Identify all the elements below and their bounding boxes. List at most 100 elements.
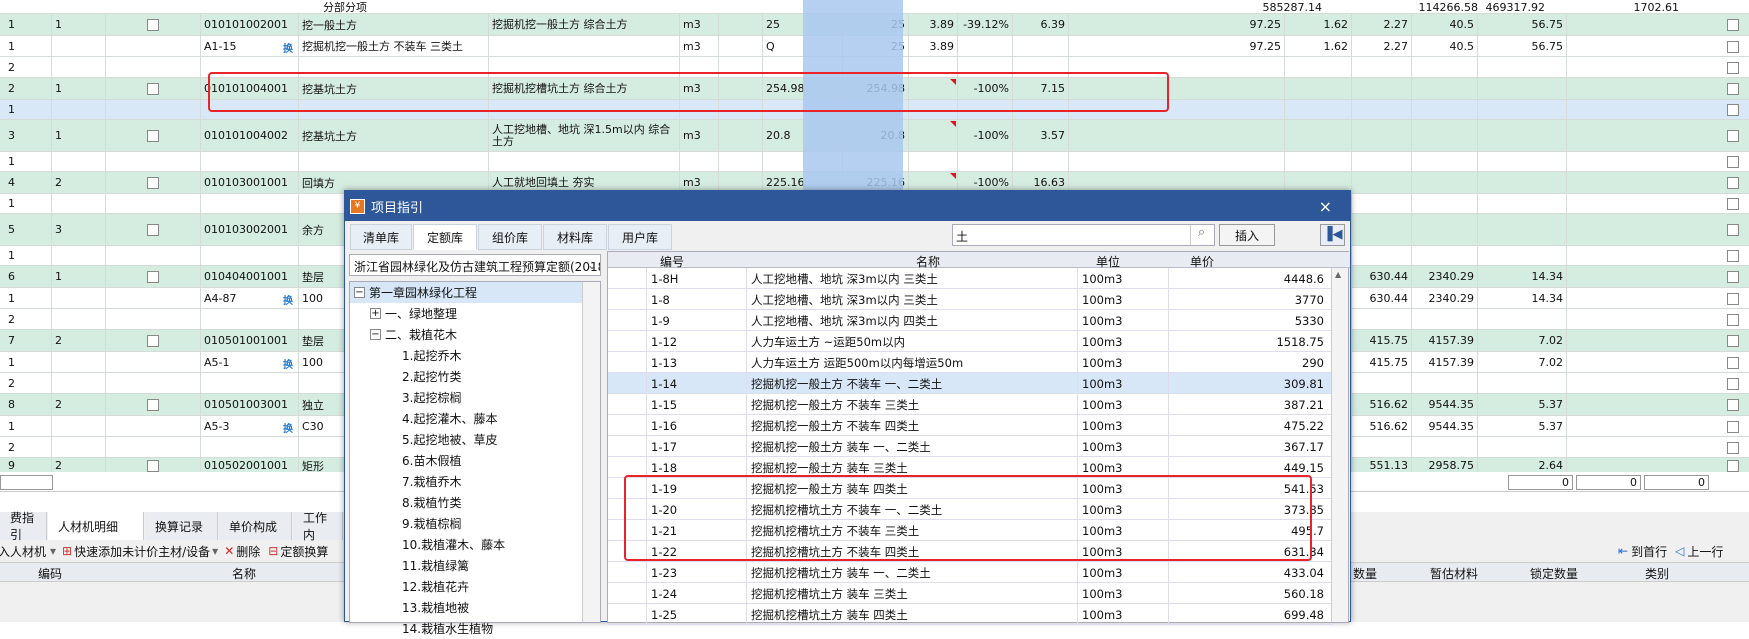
row-checkbox[interactable]: [147, 334, 159, 347]
cell-name[interactable]: [299, 152, 489, 171]
cell-chk[interactable]: [106, 172, 201, 193]
cell-num[interactable]: 2: [0, 57, 52, 77]
cell-name[interactable]: 挖掘机挖一般土方 不装车 三类土: [299, 36, 489, 56]
right-checkbox[interactable]: [1727, 441, 1739, 454]
cell-unit[interactable]: m3: [680, 36, 719, 56]
tab-group-lib[interactable]: 组价库: [478, 224, 542, 250]
cell-code[interactable]: 010501001001: [201, 330, 299, 351]
cell-feat[interactable]: 人工挖地槽、地坑 深1.5m以内 综合土方: [489, 120, 680, 151]
cell-num[interactable]: 1: [0, 14, 52, 35]
cell-c4[interactable]: [1412, 214, 1478, 245]
cell-price[interactable]: 3.89: [909, 36, 958, 56]
tree-node[interactable]: + 一、绿地整理: [350, 303, 583, 324]
tree-node[interactable]: 6.苗木假植: [350, 450, 583, 471]
cell-c3[interactable]: 516.62: [1352, 416, 1412, 436]
cell-c5[interactable]: 7.02: [1478, 330, 1567, 351]
right-checkbox[interactable]: [1727, 156, 1739, 168]
cell-c5[interactable]: [1478, 100, 1567, 119]
cell-sub[interactable]: [52, 36, 106, 56]
cell-c3[interactable]: [1352, 78, 1412, 99]
cell-c1[interactable]: 97.25: [1219, 36, 1285, 56]
cell-c3[interactable]: 630.44: [1352, 288, 1412, 308]
cell-c5[interactable]: [1478, 214, 1567, 245]
tree-node[interactable]: 8.栽植竹类: [350, 492, 583, 513]
cell-sub[interactable]: [52, 373, 106, 393]
cell-c4[interactable]: 9544.35: [1412, 394, 1478, 415]
cell-chk[interactable]: [106, 437, 201, 457]
tree-node[interactable]: 9.栽植棕榈: [350, 513, 583, 534]
right-checkbox[interactable]: [1727, 271, 1739, 283]
quota-item-row[interactable]: 1-24 挖掘机挖槽坑土方 装车 三类土 100m3 560.18: [608, 583, 1333, 604]
cell-c3[interactable]: [1352, 194, 1412, 213]
right-checkbox[interactable]: [1727, 335, 1739, 347]
cell-c5[interactable]: [1478, 246, 1567, 265]
row-checkbox[interactable]: [147, 18, 159, 31]
right-checkbox[interactable]: [1727, 19, 1739, 31]
cell-c3[interactable]: 2.27: [1352, 14, 1412, 35]
quota-item-row[interactable]: 1-8 人工挖地槽、地坑 深3m以内 三类土 100m3 3770: [608, 289, 1333, 310]
quota-item-row[interactable]: 1-13 人力车运土方 运距500m以内每增运50m 100m3 290: [608, 352, 1333, 373]
cell-code[interactable]: 010101002001: [201, 14, 299, 35]
tab-bill-lib[interactable]: 清单库: [350, 224, 412, 250]
tree-node[interactable]: 7.栽植乔木: [350, 471, 583, 492]
right-checkbox[interactable]: [1727, 177, 1739, 189]
cell-code[interactable]: [201, 373, 299, 393]
cell-sub[interactable]: [52, 152, 106, 171]
tree-node[interactable]: 14.栽植水生植物: [350, 618, 583, 639]
cell-sub[interactable]: 1: [52, 266, 106, 287]
expand-icon[interactable]: +: [370, 308, 381, 319]
cell-num[interactable]: 9: [0, 458, 52, 473]
dialog-titlebar[interactable]: ¥ 项目指引 ×: [345, 191, 1350, 221]
cell-c3[interactable]: [1352, 437, 1412, 457]
cell-num[interactable]: 1: [0, 194, 52, 213]
cell-amt[interactable]: [1013, 152, 1069, 171]
cell-chk[interactable]: [106, 288, 201, 308]
cell-c4[interactable]: [1412, 172, 1478, 193]
cell-c1[interactable]: [1219, 120, 1285, 151]
cell-num[interactable]: 7: [0, 330, 52, 351]
cell-sub[interactable]: [52, 437, 106, 457]
cell-c1[interactable]: [1219, 57, 1285, 77]
row-checkbox[interactable]: [147, 459, 159, 472]
cell-c4[interactable]: [1412, 57, 1478, 77]
cell-chk[interactable]: [106, 246, 201, 265]
tree-node[interactable]: − 二、栽植花木: [350, 324, 583, 345]
tab-work-content[interactable]: 工作内: [293, 511, 343, 542]
cell-c3[interactable]: [1352, 309, 1412, 329]
cell-c3[interactable]: 516.62: [1352, 394, 1412, 415]
tree-node[interactable]: − 第一章园林绿化工程: [350, 282, 583, 303]
right-checkbox[interactable]: [1727, 40, 1739, 53]
cell-c4[interactable]: [1412, 120, 1478, 151]
cell-c3[interactable]: [1352, 57, 1412, 77]
cell-sub[interactable]: [52, 288, 106, 308]
right-checkbox[interactable]: [1727, 292, 1739, 305]
cell-code[interactable]: 010103001001: [201, 172, 299, 193]
right-checkbox[interactable]: [1727, 61, 1739, 74]
cell-code[interactable]: [201, 309, 299, 329]
cell-num[interactable]: 1: [0, 152, 52, 171]
cell-sub[interactable]: 3: [52, 214, 106, 245]
scroll-up-icon[interactable]: ▲: [1335, 270, 1341, 279]
cell-amt[interactable]: 6.39: [1013, 14, 1069, 35]
prev-row-button[interactable]: 上一行: [1687, 543, 1723, 560]
dropdown-icon[interactable]: ▾: [212, 544, 218, 558]
cell-num[interactable]: 4: [0, 172, 52, 193]
cell-c4[interactable]: 2340.29: [1412, 288, 1478, 308]
cell-c3[interactable]: 630.44: [1352, 266, 1412, 287]
cell-code[interactable]: [201, 194, 299, 213]
cell-c5[interactable]: 14.34: [1478, 266, 1567, 287]
cell-num[interactable]: 1: [0, 246, 52, 265]
right-checkbox[interactable]: [1727, 313, 1739, 326]
cell-c5[interactable]: [1478, 437, 1567, 457]
tab-user-lib[interactable]: 用户库: [608, 224, 672, 250]
tree-node[interactable]: 11.栽植绿篱: [350, 555, 583, 576]
cell-sub[interactable]: [52, 194, 106, 213]
right-checkbox[interactable]: [1727, 356, 1739, 369]
cell-sub[interactable]: 1: [52, 78, 106, 99]
row-checkbox[interactable]: [147, 176, 159, 189]
cell-c5[interactable]: 14.34: [1478, 288, 1567, 308]
cell-code[interactable]: 010101004002: [201, 120, 299, 151]
cell-code[interactable]: A4-87: [201, 288, 299, 308]
cell-feat[interactable]: 挖掘机挖一般土方 综合土方: [489, 14, 680, 35]
cell-c3[interactable]: [1352, 152, 1412, 171]
